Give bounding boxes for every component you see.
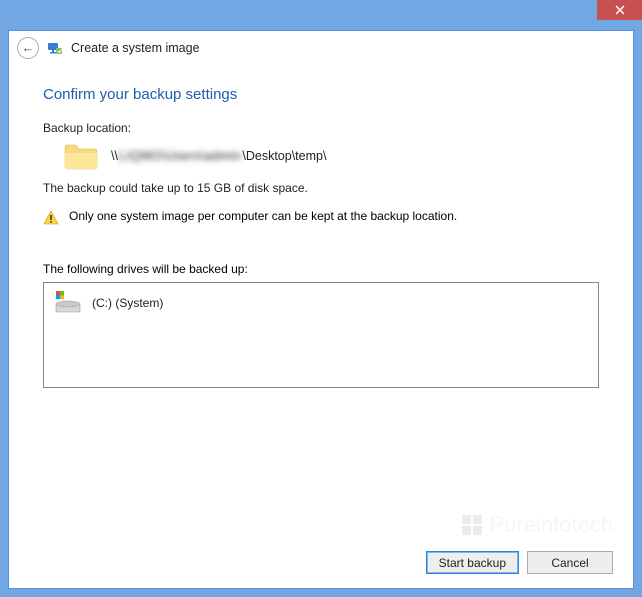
drives-label: The following drives will be backed up: <box>43 262 599 276</box>
titlebar <box>0 0 642 30</box>
content-area: Confirm your backup settings Backup loca… <box>8 64 634 589</box>
drives-list: (C:) (System) <box>43 282 599 388</box>
drive-label: (C:) (System) <box>92 296 163 310</box>
warning-row: Only one system image per computer can b… <box>43 209 599 226</box>
path-prefix: \\ <box>111 149 118 163</box>
system-image-icon <box>47 40 63 56</box>
watermark: Pureinfotech <box>461 512 613 538</box>
warning-text: Only one system image per computer can b… <box>69 209 457 223</box>
path-suffix: \Desktop\temp\ <box>242 149 326 163</box>
backup-location-label: Backup location: <box>43 121 599 135</box>
system-drive-icon <box>54 291 82 315</box>
back-arrow-icon: ← <box>22 41 35 54</box>
wizard-title: Create a system image <box>71 41 200 55</box>
backup-size-note: The backup could take up to 15 GB of dis… <box>43 181 599 195</box>
back-button[interactable]: ← <box>17 37 39 59</box>
folder-icon <box>63 141 99 171</box>
start-backup-button[interactable]: Start backup <box>426 551 519 574</box>
close-icon <box>615 5 625 15</box>
cancel-button[interactable]: Cancel <box>527 551 613 574</box>
close-button[interactable] <box>597 0 642 20</box>
drive-item: (C:) (System) <box>54 291 588 315</box>
wizard-header: ← Create a system image <box>8 30 634 64</box>
warning-icon <box>43 210 59 226</box>
watermark-text: Pureinfotech <box>489 512 613 538</box>
backup-location-path: \\ LIQMO\Users\admin \Desktop\temp\ <box>111 149 326 163</box>
backup-location-row: \\ LIQMO\Users\admin \Desktop\temp\ <box>63 141 599 171</box>
path-redacted: LIQMO\Users\admin <box>119 149 241 163</box>
page-heading: Confirm your backup settings <box>43 86 599 103</box>
button-row: Start backup Cancel <box>426 551 613 574</box>
dialog-window: ← Create a system image Confirm your bac… <box>0 0 642 597</box>
